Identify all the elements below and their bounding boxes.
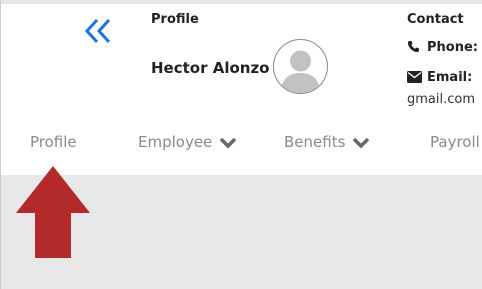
collapse-sidebar-button[interactable] — [82, 16, 114, 48]
red-up-arrow — [16, 166, 90, 258]
tab-employee[interactable]: Employee — [138, 133, 238, 154]
avatar[interactable] — [273, 39, 328, 94]
phone-icon — [407, 40, 423, 57]
phone-label: Phone: — [427, 40, 478, 55]
user-silhouette-icon — [281, 50, 320, 93]
double-chevron-left-icon — [84, 18, 111, 44]
email-label: Email: — [427, 70, 473, 85]
contact-phone-row: Phone: — [407, 40, 478, 57]
tab-payroll[interactable]: Payroll — [430, 133, 480, 151]
tab-payroll-label: Payroll — [430, 133, 480, 151]
contact-email-row: Email: — [407, 70, 472, 87]
envelope-icon — [407, 71, 423, 87]
user-name: Hector Alonzo — [151, 59, 270, 77]
top-strip — [0, 0, 482, 4]
chevron-down-icon — [218, 136, 238, 154]
tab-profile[interactable]: Profile — [30, 133, 77, 151]
email-value: gmail.com — [407, 92, 476, 107]
tab-profile-label: Profile — [30, 133, 77, 151]
tab-benefits-label: Benefits — [284, 133, 346, 151]
chevron-down-icon — [351, 136, 371, 154]
profile-section-label: Profile — [151, 12, 199, 27]
contact-section-label: Contact — [407, 12, 464, 27]
tab-benefits[interactable]: Benefits — [284, 133, 371, 154]
tab-employee-label: Employee — [138, 133, 213, 151]
